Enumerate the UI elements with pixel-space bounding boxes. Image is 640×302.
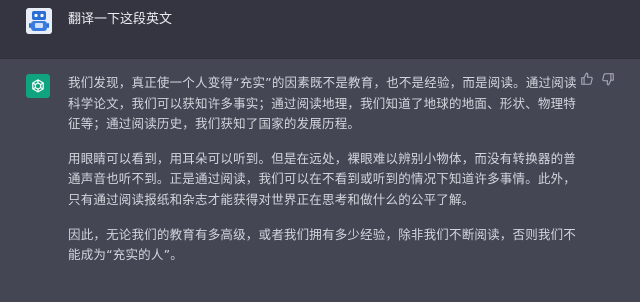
paragraph-line: 只有通过阅读报纸和杂志才能获得对世界正在思考和做什么的公平了解。	[68, 191, 475, 207]
paragraph-line: 能成为“充实的人”。	[68, 247, 183, 263]
paragraph-1: 我们发现，真正使一个人变得“充实”的因素既不是教育，也不是经验，而是阅读。通过阅…	[68, 73, 588, 135]
user-message-row: 翻译一下这段英文	[0, 0, 640, 59]
user-message-text: 翻译一下这段英文	[68, 12, 173, 27]
thumbs-up-icon[interactable]	[580, 72, 594, 86]
assistant-message-content: 我们发现，真正使一个人变得“充实”的因素既不是教育，也不是经验，而是阅读。通过阅…	[68, 73, 588, 280]
paragraph-2: 用眼睛可以看到，用耳朵可以听到。但是在远处，裸眼难以辨别小物体，而没有转换器的普…	[68, 149, 588, 211]
paragraph-line: 科学论文，我们可以获知许多事实；通过阅读地理，我们知道了地球的地面、形状、物理特	[68, 95, 577, 111]
paragraph-line: 征等；通过阅读历史，我们获知了国家的发展历程。	[68, 116, 361, 132]
paragraph-line: 用眼睛可以看到，用耳朵可以听到。但是在远处，裸眼难以辨别小物体，而没有转换器的普	[68, 150, 577, 166]
paragraph-line: 通声音也听不到。正是通过阅读，我们可以在不看到或听到的情况下知道许多事情。此外，	[68, 171, 577, 187]
user-avatar	[26, 8, 52, 34]
openai-logo-icon	[32, 79, 44, 93]
paragraph-3: 因此，无论我们的教育有多高级，或者我们拥有多少经验，除非我们不断阅读，否则我们不…	[68, 225, 588, 266]
paragraph-line: 我们发现，真正使一个人变得“充实”的因素既不是教育，也不是经验，而是阅读。通过阅…	[68, 75, 577, 90]
assistant-avatar	[26, 74, 50, 98]
robot-avatar-icon	[26, 8, 52, 34]
message-actions	[580, 72, 630, 88]
thumbs-down-icon[interactable]	[601, 72, 615, 86]
paragraph-line: 因此，无论我们的教育有多高级，或者我们拥有多少经验，除非我们不断阅读，否则我们不	[68, 226, 577, 242]
